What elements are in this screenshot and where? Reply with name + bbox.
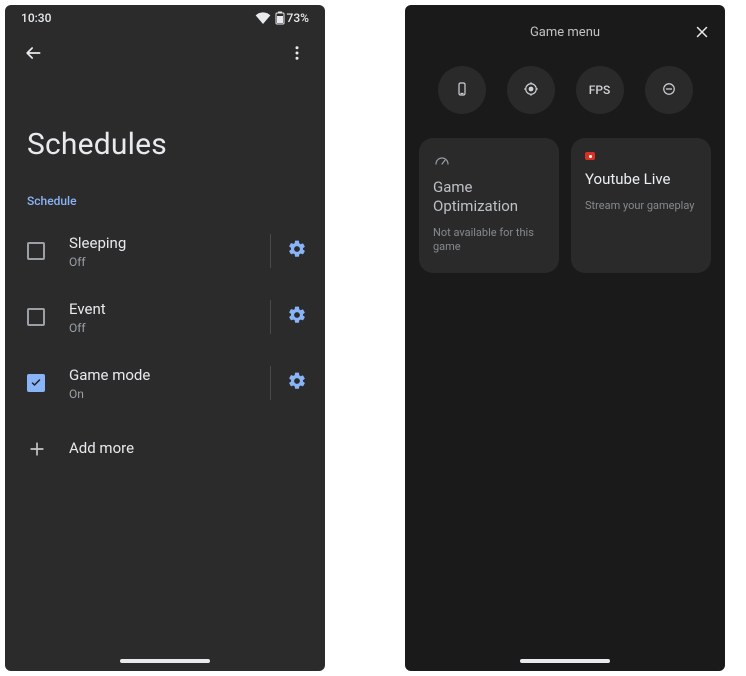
overflow-menu-button[interactable] [283, 39, 311, 67]
schedule-checkbox-sleeping[interactable] [27, 242, 45, 260]
plus-icon [27, 439, 59, 459]
schedule-item-event[interactable]: Event Off [59, 300, 266, 335]
schedule-row: Event Off [5, 284, 325, 350]
phone-schedules: 10:30 73% Schedules Schedule Slee [5, 5, 325, 671]
page-title: Schedules [5, 75, 325, 190]
nav-bar [405, 659, 725, 663]
dnd-button[interactable] [645, 66, 693, 114]
schedule-checkbox-game-mode[interactable] [27, 374, 45, 392]
card-title: Youtube Live [585, 170, 697, 189]
schedule-item-title: Event [69, 300, 266, 318]
row-divider [270, 300, 271, 334]
nav-pill[interactable] [120, 659, 210, 663]
youtube-live-card[interactable]: Youtube Live Stream your gameplay [571, 138, 711, 273]
schedule-row: Game mode On [5, 350, 325, 416]
nav-bar [5, 659, 325, 663]
schedule-row: Sleeping Off [5, 218, 325, 284]
schedule-item-subtitle: Off [69, 255, 266, 269]
add-more-button[interactable]: Add more [5, 416, 325, 482]
settings-button-sleeping[interactable] [281, 233, 313, 269]
live-icon [585, 152, 595, 160]
schedule-item-title: Sleeping [69, 234, 266, 252]
dnd-icon [660, 80, 678, 101]
phone-rotate-button[interactable] [438, 66, 486, 114]
game-menu-header: Game menu [405, 5, 725, 56]
phone-icon [453, 80, 471, 101]
game-optimization-card[interactable]: Game Optimization Not available for this… [419, 138, 559, 273]
card-subtitle: Stream your gameplay [585, 199, 697, 214]
fps-label: FPS [589, 83, 611, 97]
schedule-checkbox-event[interactable] [27, 308, 45, 326]
game-menu-icons: FPS [405, 56, 725, 132]
back-button[interactable] [19, 39, 47, 67]
schedule-item-sleeping[interactable]: Sleeping Off [59, 234, 266, 269]
record-icon [522, 80, 540, 101]
close-button[interactable] [693, 23, 711, 45]
game-menu-cards: Game Optimization Not available for this… [405, 132, 725, 279]
phone-game-menu: Game menu FPS Game O [405, 5, 725, 671]
game-menu-title: Game menu [530, 25, 600, 40]
record-button[interactable] [507, 66, 555, 114]
battery-text: 73% [287, 11, 309, 25]
add-more-label: Add more [69, 439, 313, 457]
schedule-item-subtitle: Off [69, 321, 266, 335]
card-subtitle: Not available for this game [433, 226, 545, 256]
status-time: 10:30 [21, 11, 255, 25]
nav-pill[interactable] [520, 659, 610, 663]
wifi-icon [255, 12, 271, 24]
status-right: 73% [255, 11, 309, 25]
schedule-item-subtitle: On [69, 387, 266, 401]
settings-button-event[interactable] [281, 299, 313, 335]
status-bar: 10:30 73% [5, 5, 325, 31]
schedule-item-game-mode[interactable]: Game mode On [59, 366, 266, 401]
battery-icon: 73% [275, 11, 309, 25]
row-divider [270, 366, 271, 400]
app-bar [5, 31, 325, 75]
settings-button-game-mode[interactable] [281, 365, 313, 401]
row-divider [270, 234, 271, 268]
schedule-item-title: Game mode [69, 366, 266, 384]
card-title: Game Optimization [433, 178, 545, 216]
speedometer-icon [433, 152, 545, 170]
section-header: Schedule [5, 190, 325, 218]
fps-button[interactable]: FPS [576, 66, 624, 114]
